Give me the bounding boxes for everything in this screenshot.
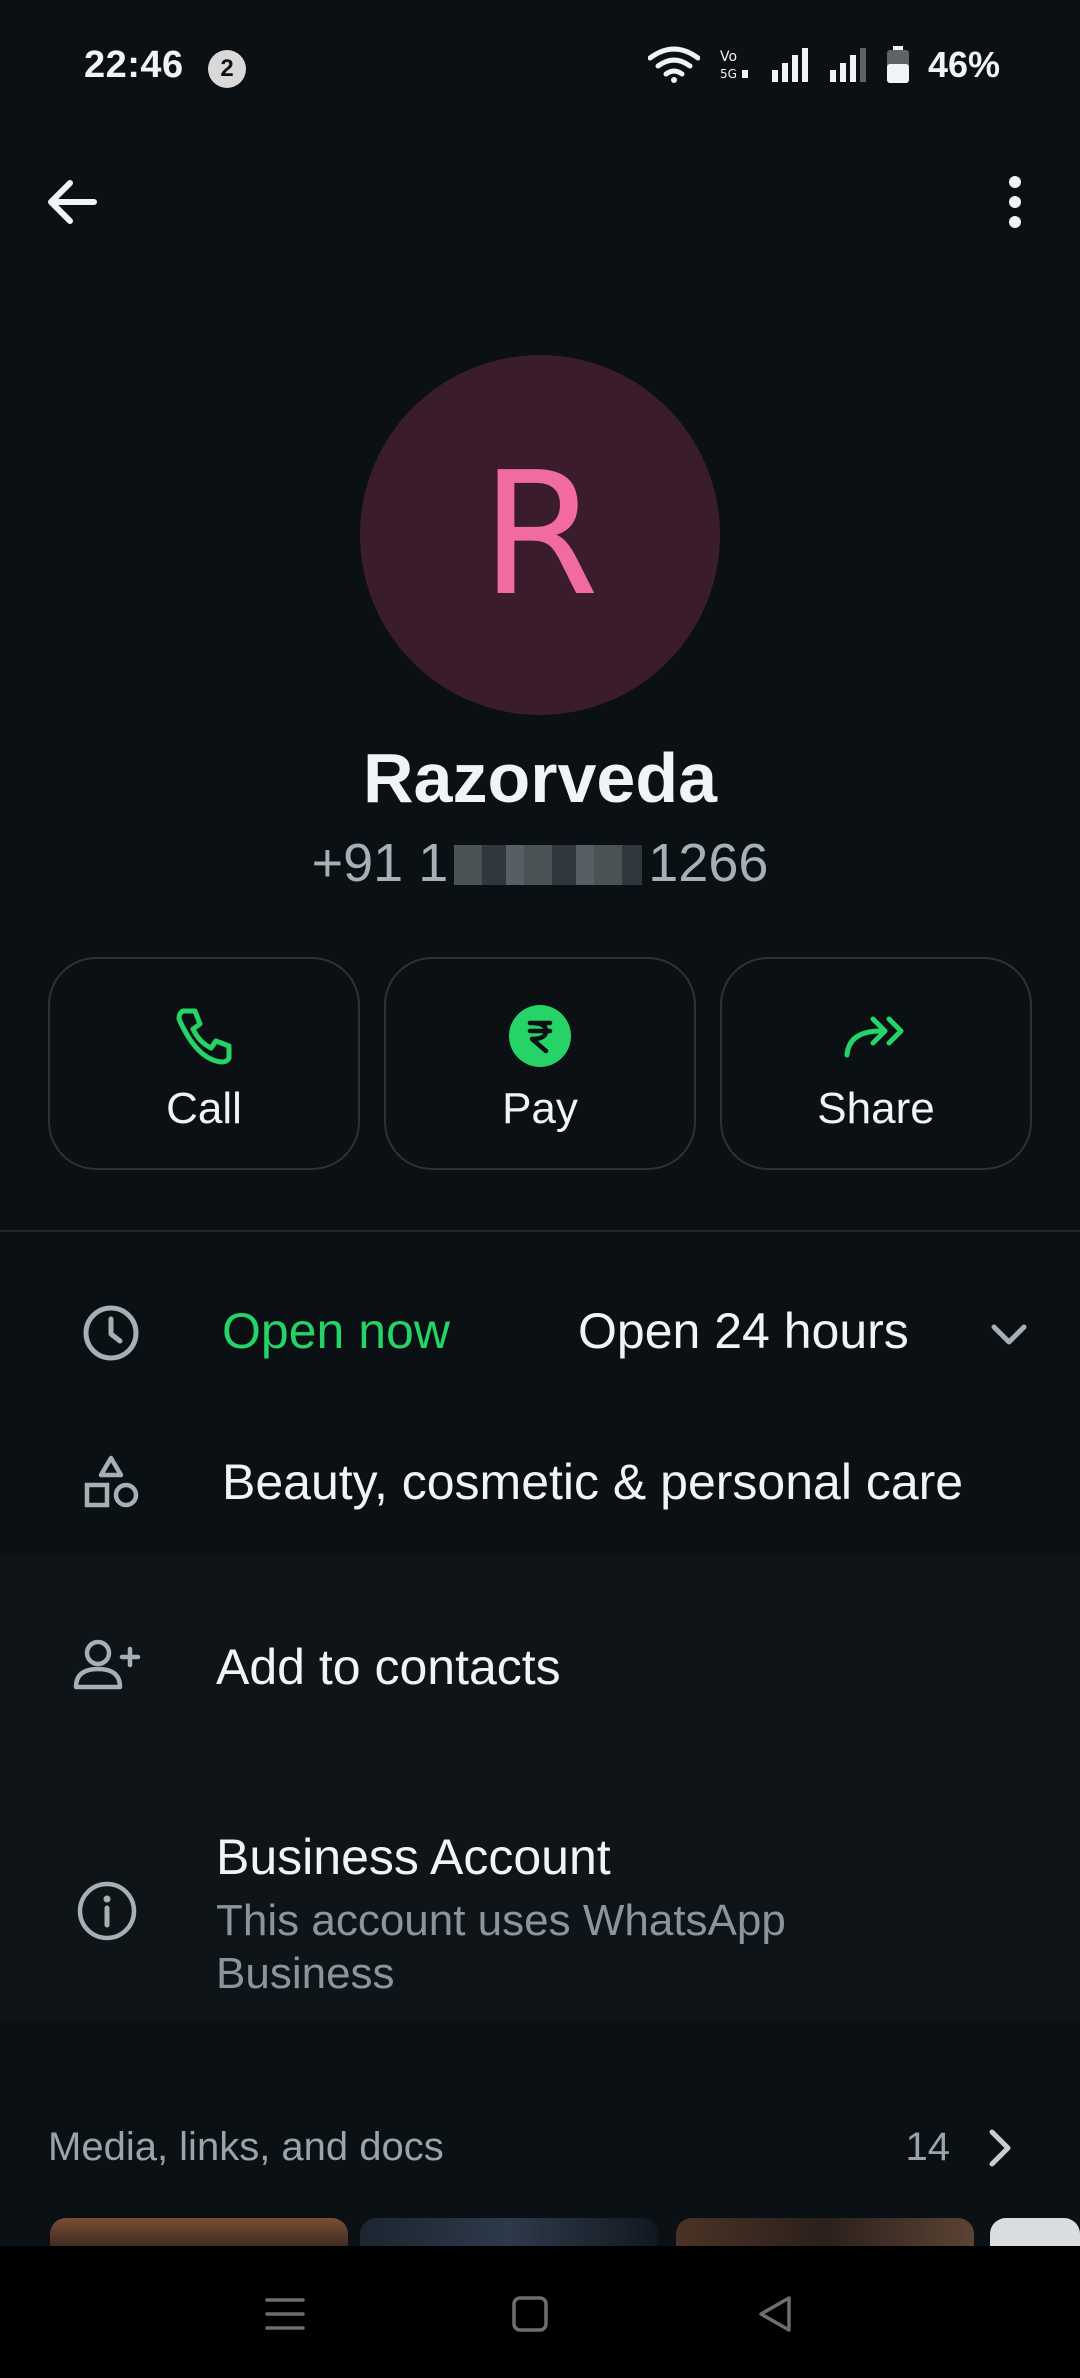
- hours-row[interactable]: [0, 1232, 1080, 1422]
- call-button[interactable]: Call: [48, 957, 360, 1170]
- share-button[interactable]: Share: [720, 957, 1032, 1170]
- signal-icon: [771, 48, 808, 82]
- open-status: Open now: [222, 1303, 450, 1359]
- svg-text:5G: 5G: [720, 67, 737, 81]
- volte-icon: Vo 5G: [720, 49, 748, 81]
- menu-lines-icon: [265, 2298, 305, 2330]
- media-thumbnail[interactable]: [50, 2218, 348, 2248]
- add-person-icon: [73, 1639, 141, 1690]
- back-nav-button[interactable]: [745, 2284, 805, 2344]
- share-forward-icon: [844, 1016, 904, 1058]
- triangle-back-icon: [759, 2296, 791, 2332]
- status-icons: Vo 5G 46%: [647, 44, 1000, 86]
- info-icon: [77, 1881, 137, 1941]
- open-hours: Open 24 hours: [578, 1303, 909, 1359]
- home-button[interactable]: [500, 2284, 560, 2344]
- svg-text:Vo: Vo: [720, 49, 737, 65]
- rupee-icon: [509, 1005, 571, 1067]
- square-icon: [512, 2296, 548, 2332]
- clock-icon: [83, 1305, 139, 1361]
- expand-hours-button[interactable]: [984, 1310, 1034, 1360]
- business-account-subtitle: This account uses WhatsApp Business: [216, 1896, 786, 1998]
- status-bar: 22:46 2 Vo 5G 46%: [0, 0, 1080, 140]
- notification-count-badge: 2: [208, 50, 246, 88]
- media-links-docs-label[interactable]: Media, links, and docs: [48, 2125, 444, 2170]
- phone-prefix: +91 1: [311, 833, 449, 893]
- media-thumbnail[interactable]: [360, 2218, 658, 2248]
- business-account-title: Business Account: [216, 1829, 611, 1885]
- media-thumbnail[interactable]: [990, 2218, 1080, 2248]
- back-button[interactable]: [40, 170, 104, 234]
- more-options-button[interactable]: [990, 170, 1040, 234]
- recent-apps-button[interactable]: [255, 2284, 315, 2344]
- share-label: Share: [817, 1084, 935, 1133]
- contact-name: Razorveda: [362, 739, 718, 817]
- phone-redaction: [454, 845, 643, 885]
- phone-number: +91 1 1266: [0, 832, 1080, 894]
- avatar[interactable]: R: [360, 355, 720, 715]
- more-vertical-icon: [1009, 176, 1021, 228]
- contact-info-screen: 22:46 2 Vo 5G 46% R Razorveda +91 1 1266…: [0, 0, 1080, 2378]
- media-count: 14: [905, 2125, 951, 2169]
- call-label: Call: [166, 1084, 242, 1133]
- status-time: 22:46: [84, 44, 184, 86]
- avatar-letter: R: [480, 436, 600, 634]
- system-navigation-bar: [0, 2246, 1080, 2378]
- arrow-left-icon: [48, 180, 97, 224]
- phone-suffix: 1266: [648, 833, 769, 893]
- pay-label: Pay: [502, 1084, 578, 1133]
- category-shapes-icon: [84, 1455, 139, 1508]
- pay-button[interactable]: Pay: [384, 957, 696, 1170]
- media-thumbnail[interactable]: [676, 2218, 974, 2248]
- battery-percent: 46%: [927, 44, 1000, 85]
- add-to-contacts-label: Add to contacts: [216, 1639, 561, 1695]
- media-open-button[interactable]: [978, 2123, 1022, 2173]
- chevron-right-icon: [989, 2129, 1011, 2167]
- business-category: Beauty, cosmetic & personal care: [222, 1454, 964, 1510]
- battery-icon: [886, 46, 909, 83]
- chevron-down-icon: [991, 1324, 1027, 1345]
- phone-icon: [176, 1008, 232, 1065]
- wifi-icon: [647, 46, 700, 83]
- signal-icon: [829, 48, 866, 82]
